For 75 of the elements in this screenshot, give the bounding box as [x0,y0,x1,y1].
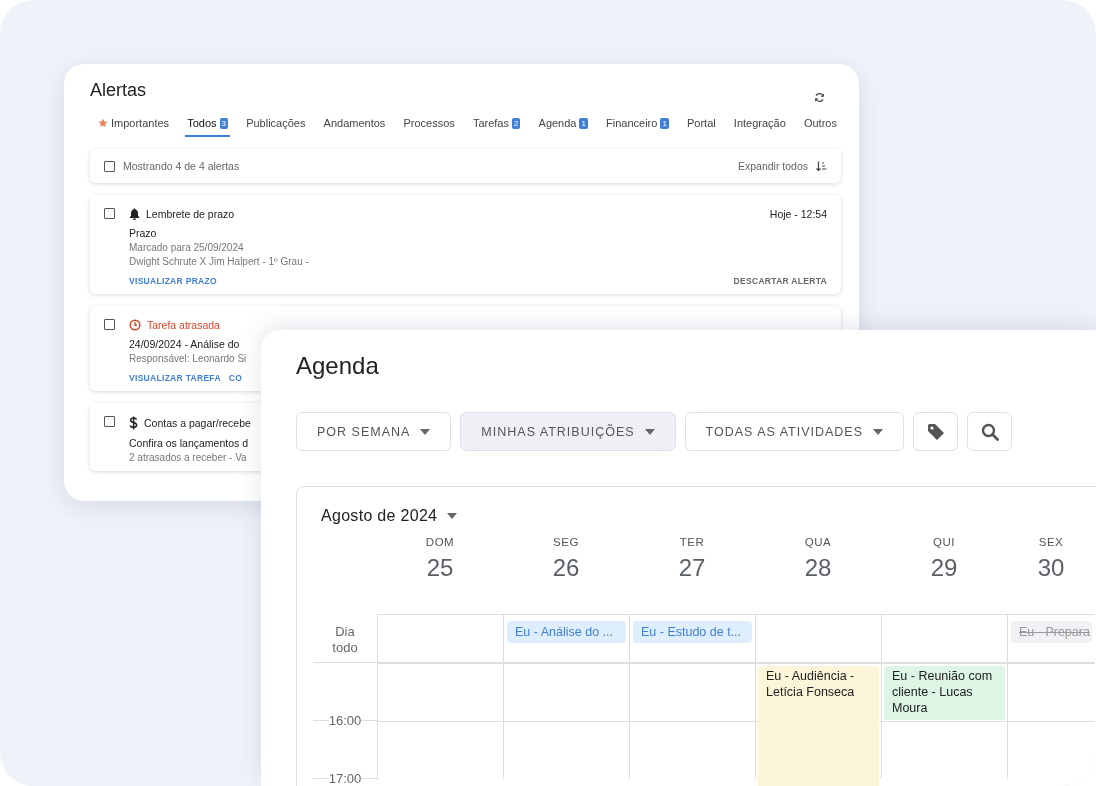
bell-icon [129,208,140,220]
day-number: 27 [678,554,706,582]
caret-icon [873,428,884,435]
time-label: 17:00 [328,771,362,786]
all-day-label: Dia todo [313,614,377,663]
tab[interactable]: Importantes [96,113,172,137]
caret-icon [447,513,458,519]
alert-title: Tarefa atrasada [147,319,220,331]
caret-icon [420,428,431,435]
alert-checkbox[interactable] [104,208,115,219]
action-link[interactable]: CO [228,373,243,383]
tag-icon [926,422,945,441]
weekday-label: QUI [933,536,955,548]
caret-icon [644,428,655,435]
calendar-event[interactable]: Eu - Reunião com cliente - Lucas Moura [884,666,1005,720]
alert-detail: Prazo [129,227,158,239]
tab[interactable]: Financeiro 1 [604,113,671,137]
tab[interactable]: Andamentos [321,113,388,137]
panel-title: Agenda [296,352,380,380]
day-number: 25 [426,554,454,582]
alert-detail: Responsável: Leonardo Si [129,353,248,364]
count-badge: 1 [579,117,588,129]
tab[interactable]: Publicações [244,113,308,137]
weekday-label: TER [679,536,705,548]
dollar-icon [129,416,138,430]
alert-detail: Marcado para 25/09/2024 [129,242,245,253]
sort-icon[interactable] [816,160,827,172]
count-badge: 3 [219,117,228,129]
star-icon [98,118,108,128]
select-all-checkbox[interactable] [104,160,115,172]
dismiss-link[interactable]: DESCARTAR ALERTA [733,276,827,286]
filter-dropdown[interactable]: TODAS AS ATIVIDADES [684,412,905,451]
expand-all-link[interactable]: Expandir todos [737,160,808,172]
day-number: 30 [1037,554,1065,582]
tab[interactable]: Processos [401,113,457,137]
weekday-label: SEX [1038,536,1064,548]
alert-detail: 2 atrasados a receber - Va [129,452,248,463]
count-badge: 2 [512,117,521,129]
tab[interactable]: Portal [684,113,718,137]
tab[interactable]: Integração [731,113,788,137]
tab[interactable]: Todos 3 [185,113,230,137]
alert-title: Lembrete de prazo [146,208,235,220]
panel-title: Alertas [90,79,147,101]
refresh-icon[interactable] [814,92,825,103]
filter-dropdown[interactable]: POR SEMANA [296,412,452,451]
alert-checkbox[interactable] [104,319,115,330]
weekday-label: QUA [804,536,832,548]
tab[interactable]: Outros [801,113,839,137]
count-badge: 1 [660,117,669,129]
calendar-event[interactable]: Eu - Audiência - Letícia Fonseca [758,666,879,786]
tab[interactable]: Agenda 1 [536,113,590,137]
alert-checkbox[interactable] [104,416,115,427]
filter-dropdown[interactable]: MINHAS ATRIBUIÇÕES [460,412,676,451]
day-number: 26 [552,554,580,582]
day-number: 29 [930,554,958,582]
tag-filter-button[interactable] [913,412,959,451]
alert-detail: Confira os lançamentos d [129,437,250,449]
action-link[interactable]: VISUALIZAR PRAZO [129,276,217,286]
alert-detail: Dwight Schrute X Jim Halpert - 1º Grau - [129,256,310,267]
all-day-event[interactable]: Eu - Análise do ... [507,621,626,643]
tab[interactable]: Tarefas 2 [470,113,523,137]
alert-detail: 24/09/2024 - Análise do [129,338,241,350]
search-button[interactable] [967,412,1013,451]
alert-count-text: Mostrando 4 de 4 alertas [123,160,241,172]
all-day-event[interactable]: Eu - Estudo de t... [633,621,752,643]
day-number: 28 [804,554,832,582]
clock-icon [129,319,141,331]
action-link[interactable]: VISUALIZAR TAREFA [129,373,221,383]
weekday-label: SEG [553,536,579,548]
time-label: 16:00 [328,713,362,728]
month-selector[interactable]: Agosto de 2024 [321,507,458,525]
alert-time: Hoje - 12:54 [769,208,827,220]
search-icon [980,422,999,441]
alert-title: Contas a pagar/recebe [144,417,251,429]
weekday-label: DOM [425,536,455,548]
